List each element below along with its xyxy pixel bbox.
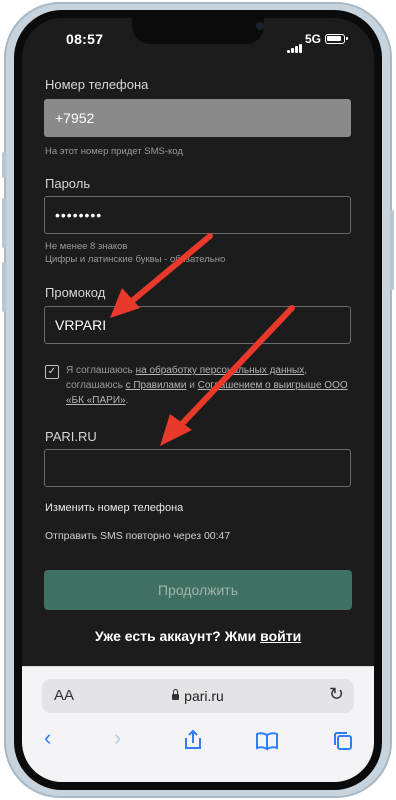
address-bar[interactable]: AA pari.ru ↻ [42,679,354,713]
arrow-to-code [177,305,295,429]
phone-screen: 08:57 5G Номер телефона +7952 На этот но… [22,18,374,782]
share-icon[interactable] [182,729,204,751]
volume-up-button [2,198,6,248]
power-button [390,210,394,290]
bookmarks-icon[interactable] [255,731,279,751]
reload-icon[interactable]: ↻ [329,684,344,705]
browser-toolbar: AA pari.ru ↻ ‹ › [22,666,374,782]
tabs-icon[interactable] [332,730,354,752]
url-text: pari.ru [42,688,354,704]
back-icon[interactable]: ‹ [44,725,51,751]
lock-icon [172,689,180,700]
arrow-to-promo [129,233,213,304]
forward-icon[interactable]: › [114,725,121,751]
arrow-head-promo [110,288,140,318]
volume-down-button [2,262,6,312]
browser-nav: ‹ › [22,725,374,755]
mute-switch [2,152,6,178]
